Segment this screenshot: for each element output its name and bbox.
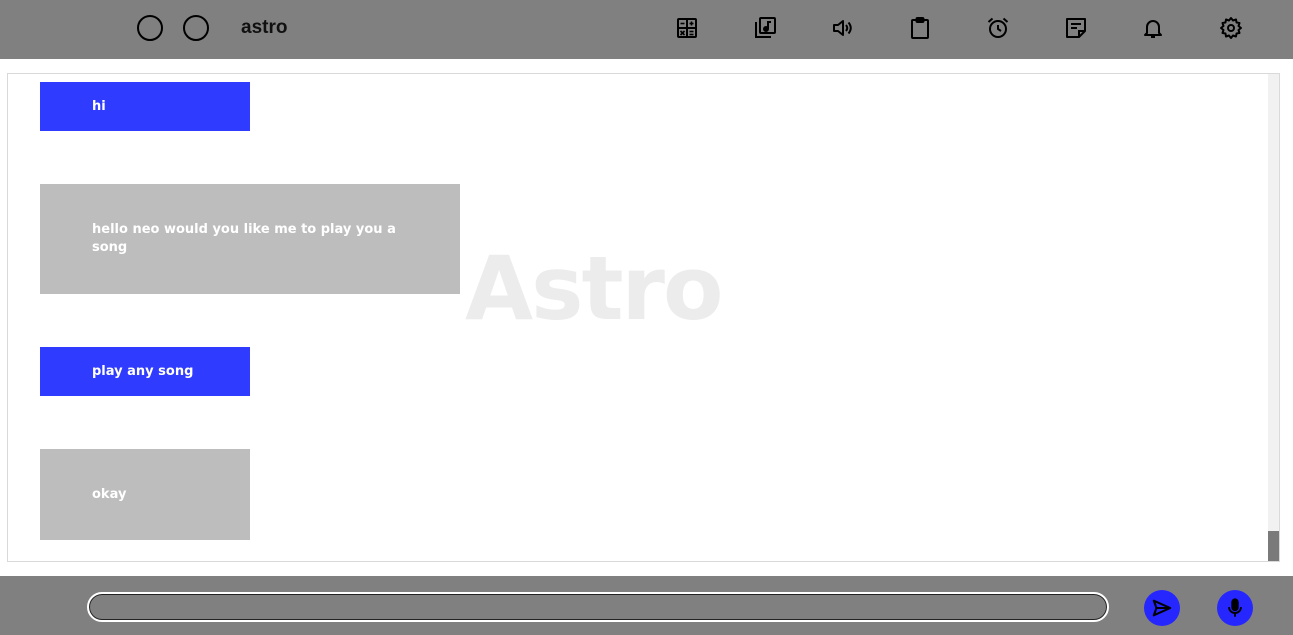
volume-icon[interactable]	[830, 16, 854, 40]
bot-message: hello neo would you like me to play you …	[40, 184, 460, 294]
message-input[interactable]	[87, 592, 1109, 622]
user-message: hi	[40, 82, 250, 131]
send-icon	[1152, 599, 1172, 617]
message-text: hi	[92, 98, 106, 114]
circle-button-1[interactable]	[137, 15, 163, 41]
sticky-note-icon[interactable]	[1064, 16, 1088, 40]
send-button[interactable]	[1144, 590, 1180, 626]
circle-button-2[interactable]	[183, 15, 209, 41]
settings-gear-icon[interactable]	[1219, 16, 1243, 40]
bot-message: okay	[40, 449, 250, 540]
scrollbar-thumb[interactable]	[1268, 531, 1279, 561]
composer-bar	[0, 576, 1293, 635]
chat-panel[interactable]: Astro hi hello neo would you like me to …	[7, 73, 1280, 562]
message-text: hello neo would you like me to play you …	[92, 222, 396, 255]
calculator-icon[interactable]	[675, 16, 699, 40]
chat-scrollbar[interactable]	[1268, 74, 1279, 561]
microphone-icon	[1228, 598, 1242, 617]
microphone-button[interactable]	[1217, 590, 1253, 626]
top-bar: astro	[0, 0, 1293, 59]
app-title: astro	[241, 17, 288, 38]
bell-icon[interactable]	[1141, 16, 1165, 40]
astro-watermark: Astro	[465, 237, 723, 340]
music-library-icon[interactable]	[753, 16, 777, 40]
user-message: play any song	[40, 347, 250, 396]
alarm-icon[interactable]	[986, 16, 1010, 40]
message-text: okay	[92, 486, 127, 502]
clipboard-icon[interactable]	[908, 16, 932, 40]
message-text: play any song	[92, 363, 194, 379]
